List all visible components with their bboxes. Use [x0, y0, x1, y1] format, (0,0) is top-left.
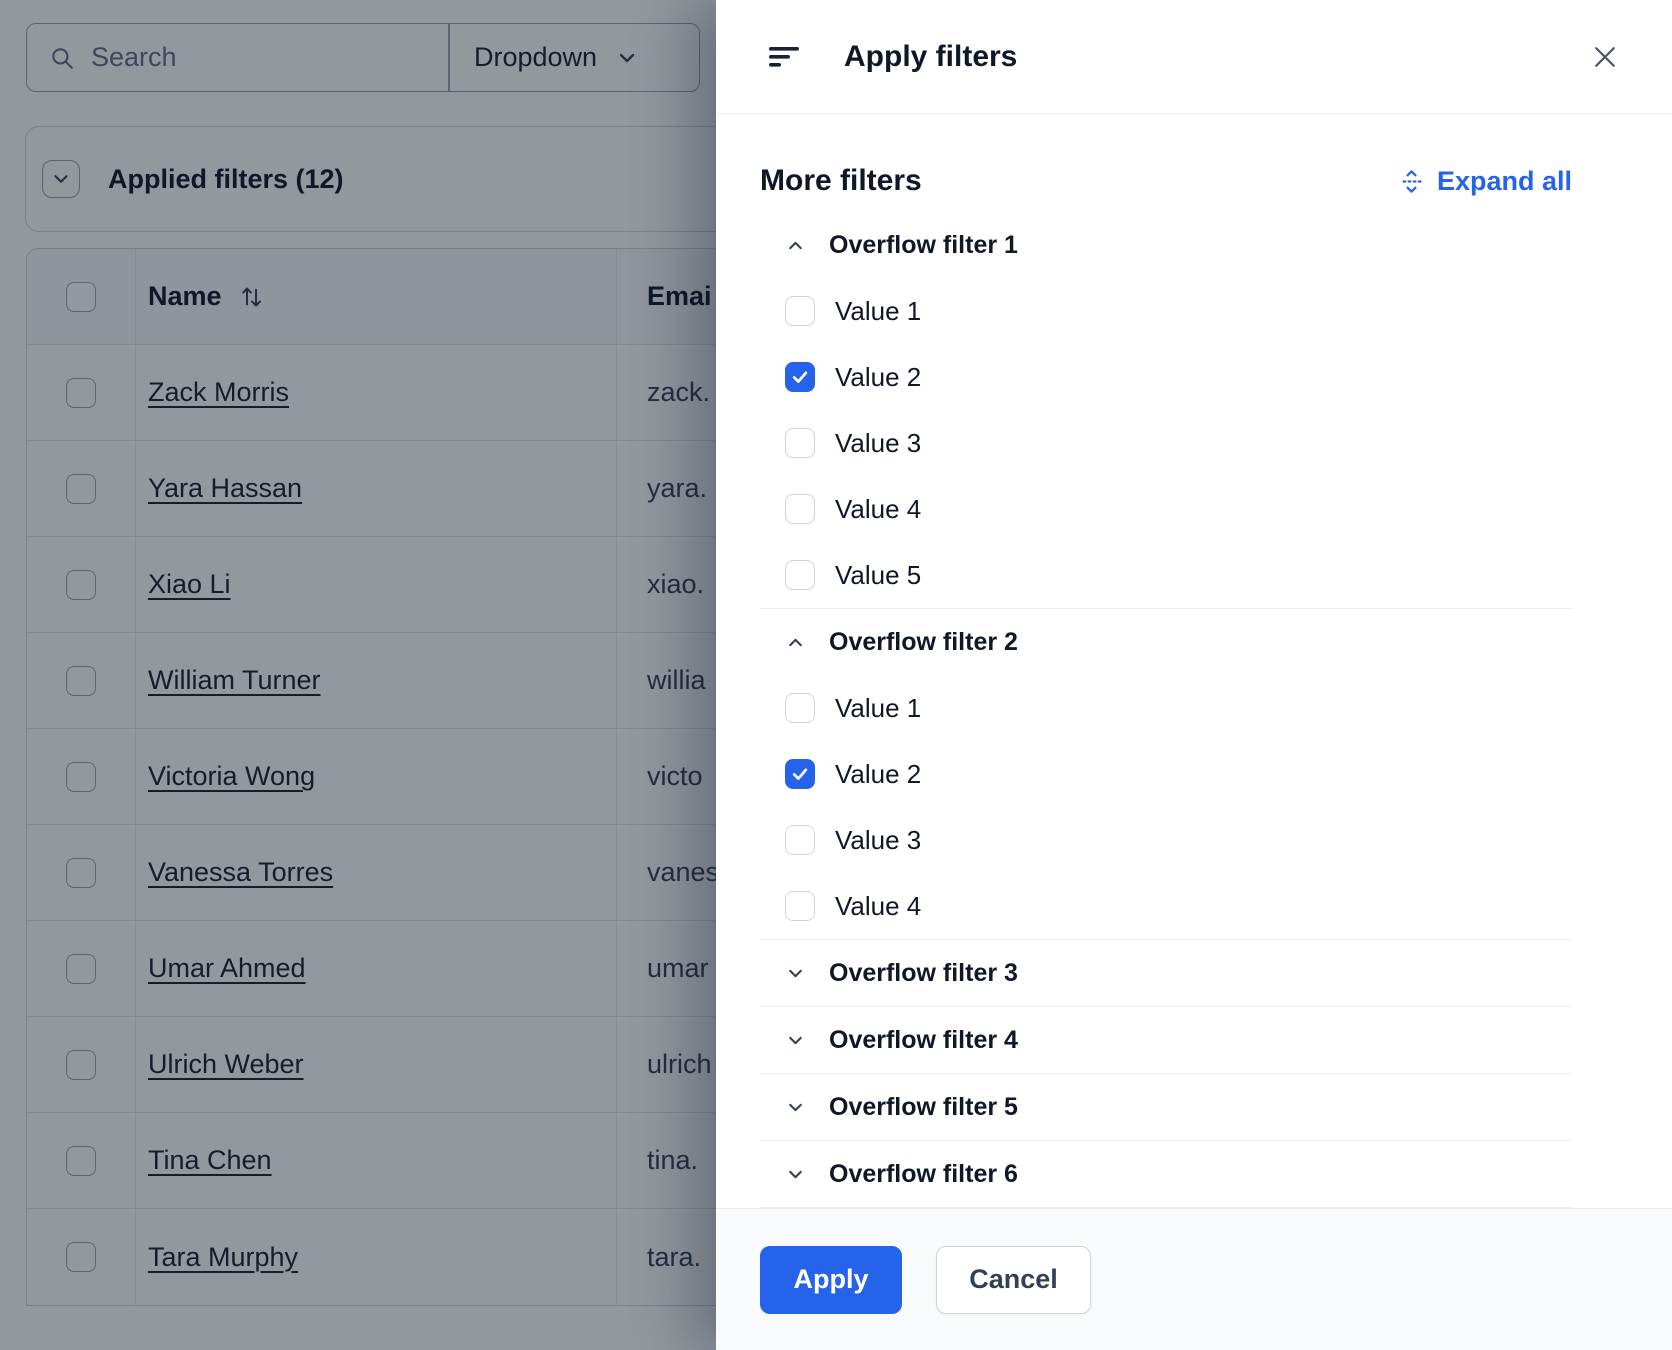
drawer-header: Apply filters — [716, 0, 1672, 114]
chevron-up-icon — [785, 632, 806, 653]
checkbox-label[interactable]: Value 3 — [835, 428, 921, 459]
more-filters-heading: More filters — [760, 164, 922, 198]
section-header-overflow-filter-3[interactable]: Overflow filter 3 — [760, 940, 1572, 1006]
section-title: Overflow filter 5 — [829, 1093, 1018, 1122]
checkbox[interactable] — [785, 428, 815, 458]
cancel-button[interactable]: Cancel — [936, 1246, 1091, 1314]
drawer-footer: Apply Cancel — [716, 1208, 1672, 1350]
expand-vertical-icon — [1398, 168, 1425, 195]
checkbox-label[interactable]: Value 2 — [835, 759, 921, 790]
filter-option: Value 2 — [760, 741, 1572, 807]
filter-option: Value 4 — [760, 476, 1572, 542]
filter-option: Value 5 — [760, 542, 1572, 608]
section-title: Overflow filter 2 — [829, 628, 1018, 657]
chevron-down-icon — [785, 963, 806, 984]
checkbox[interactable] — [785, 759, 815, 789]
section-title: Overflow filter 3 — [829, 959, 1018, 988]
section-header-overflow-filter-4[interactable]: Overflow filter 4 — [760, 1007, 1572, 1073]
section-title: Overflow filter 1 — [829, 231, 1018, 260]
filter-option: Value 1 — [760, 278, 1572, 344]
chevron-down-icon — [785, 1030, 806, 1051]
checkbox-label[interactable]: Value 2 — [835, 362, 921, 393]
filter-option: Value 4 — [760, 873, 1572, 939]
filter-section: Overflow filter 1 Value 1 Value 2 Value … — [760, 212, 1572, 609]
checkbox[interactable] — [785, 693, 815, 723]
checkbox-label[interactable]: Value 4 — [835, 494, 921, 525]
expand-all-button[interactable]: Expand all — [1398, 166, 1572, 197]
filter-section: Overflow filter 3 — [760, 940, 1572, 1007]
section-header-overflow-filter-2[interactable]: Overflow filter 2 — [760, 609, 1572, 675]
chevron-down-icon — [785, 1097, 806, 1118]
filter-section: Overflow filter 4 — [760, 1007, 1572, 1074]
expand-all-label: Expand all — [1437, 166, 1572, 197]
chevron-down-icon — [785, 1164, 806, 1185]
checkbox[interactable] — [785, 362, 815, 392]
drawer-title: Apply filters — [844, 40, 1017, 74]
apply-button[interactable]: Apply — [760, 1246, 902, 1314]
filter-section: Overflow filter 2 Value 1 Value 2 Value … — [760, 609, 1572, 940]
section-header-overflow-filter-6[interactable]: Overflow filter 6 — [760, 1141, 1572, 1207]
filter-option: Value 3 — [760, 410, 1572, 476]
checkbox[interactable] — [785, 494, 815, 524]
section-title: Overflow filter 4 — [829, 1026, 1018, 1055]
checkbox[interactable] — [785, 891, 815, 921]
chevron-up-icon — [785, 235, 806, 256]
filter-accordion: Overflow filter 1 Value 1 Value 2 Value … — [760, 212, 1572, 1208]
section-title: Overflow filter 6 — [829, 1160, 1018, 1189]
checkbox[interactable] — [785, 296, 815, 326]
filter-option: Value 2 — [760, 344, 1572, 410]
checkbox[interactable] — [785, 825, 815, 855]
apply-filters-drawer: Apply filters More filters Expand all — [716, 0, 1672, 1350]
filter-option: Value 3 — [760, 807, 1572, 873]
close-button[interactable] — [1590, 42, 1620, 72]
section-header-overflow-filter-1[interactable]: Overflow filter 1 — [760, 212, 1572, 278]
checkbox-label[interactable]: Value 1 — [835, 296, 921, 327]
checkbox-label[interactable]: Value 5 — [835, 560, 921, 591]
section-header-overflow-filter-5[interactable]: Overflow filter 5 — [760, 1074, 1572, 1140]
filter-section: Overflow filter 5 — [760, 1074, 1572, 1141]
filter-lines-icon — [768, 41, 800, 73]
filter-section: Overflow filter 6 — [760, 1141, 1572, 1208]
filter-option: Value 1 — [760, 675, 1572, 741]
checkbox-label[interactable]: Value 4 — [835, 891, 921, 922]
checkbox-label[interactable]: Value 3 — [835, 825, 921, 856]
checkbox-label[interactable]: Value 1 — [835, 693, 921, 724]
close-icon — [1590, 42, 1620, 72]
checkbox[interactable] — [785, 560, 815, 590]
drawer-body: More filters Expand all — [716, 114, 1672, 1208]
